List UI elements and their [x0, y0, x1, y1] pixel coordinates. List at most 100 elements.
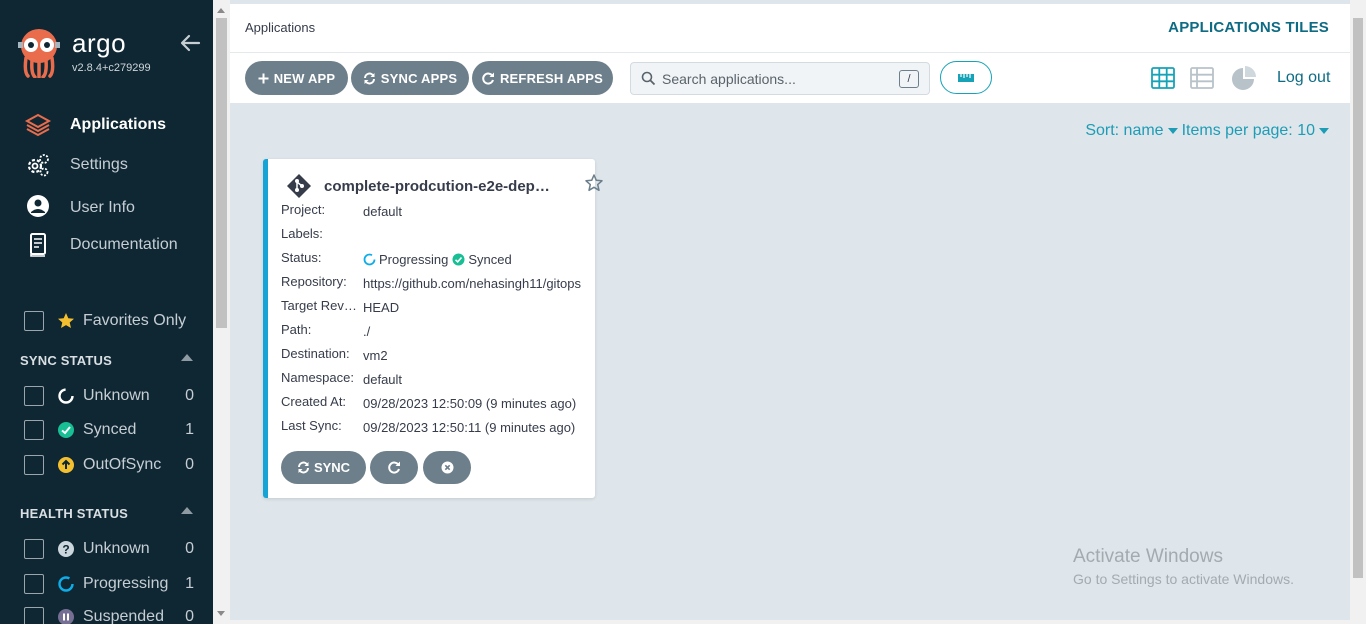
filter-label: Unknown	[83, 387, 150, 404]
items-per-page-dropdown[interactable]: Items per page: 10	[1182, 122, 1315, 140]
refresh-apps-button[interactable]: REFRESH APPS	[472, 61, 613, 95]
sidebar-scrollbar[interactable]	[213, 0, 230, 624]
pause-circle-icon	[57, 608, 75, 624]
row-value: default	[363, 371, 403, 387]
list-view-icon[interactable]	[1190, 66, 1214, 90]
favorite-star-icon[interactable]	[584, 173, 604, 193]
nav-label: Applications	[70, 116, 167, 133]
app-row-labels: Labels:	[281, 226, 586, 244]
logout-link[interactable]: Log out	[1277, 69, 1330, 87]
row-value: 09/28/2023 12:50:11 (9 minutes ago)	[363, 419, 576, 435]
checkbox[interactable]	[24, 607, 44, 624]
app-tile-header: complete-prodcution-e2e-deployment	[286, 173, 603, 199]
page-title: APPLICATIONS TILES	[1168, 19, 1329, 36]
filter-health-suspended[interactable]: Suspended 0	[24, 606, 194, 624]
row-key: Namespace:	[281, 370, 354, 385]
row-value: HEAD	[363, 299, 400, 315]
filters-toggle-button[interactable]	[940, 61, 992, 94]
git-icon	[287, 174, 311, 198]
watermark-subtitle: Go to Settings to activate Windows.	[1073, 571, 1294, 587]
filter-count: 0	[185, 387, 194, 404]
favorites-filter[interactable]: Favorites Only	[24, 310, 194, 332]
sync-icon	[363, 72, 375, 84]
favorites-checkbox[interactable]	[24, 311, 44, 331]
filter-sync-outofsync[interactable]: OutOfSync 0	[24, 454, 194, 476]
sync-apps-label: SYNC APPS	[380, 70, 458, 86]
filter-count: 1	[185, 575, 194, 592]
sync-label: Synced	[468, 251, 512, 267]
search-input[interactable]	[662, 63, 892, 94]
question-circle-icon: ?	[57, 540, 75, 558]
app-row-status: Status: Progressing Synced	[281, 250, 586, 268]
row-key: Path:	[281, 322, 312, 337]
filter-sync-synced[interactable]: Synced 1	[24, 419, 194, 441]
row-value: Progressing Synced	[363, 250, 586, 268]
book-icon	[30, 233, 46, 257]
app-sync-button[interactable]: SYNC	[281, 451, 366, 484]
nav-applications[interactable]: Applications	[24, 111, 166, 139]
search-icon	[641, 71, 656, 86]
favorites-label: Favorites Only	[83, 312, 187, 329]
filter-count: 0	[185, 456, 194, 473]
checkbox[interactable]	[24, 420, 44, 440]
synced-check-icon	[452, 253, 465, 265]
summary-view-pie-icon[interactable]	[1232, 66, 1256, 90]
health-status: Progressing	[363, 252, 448, 267]
sync-apps-button[interactable]: SYNC APPS	[351, 61, 469, 95]
breadcrumb[interactable]: Applications	[245, 20, 315, 35]
nav-documentation[interactable]: Documentation	[24, 231, 178, 259]
sidebar: argo v2.8.4+c279299 Applications Setting…	[0, 0, 213, 624]
filter-label: Suspended	[83, 608, 164, 624]
items-per-page-caret-icon[interactable]	[1319, 128, 1329, 134]
filter-health-progressing[interactable]: Progressing 1	[24, 573, 194, 595]
sort-dropdown[interactable]: Sort: name	[1085, 122, 1163, 140]
scroll-up-icon[interactable]	[217, 8, 225, 13]
tiles-view-icon[interactable]	[1151, 66, 1175, 90]
filter-label: Unknown	[83, 540, 150, 557]
stack-icon	[24, 113, 52, 137]
checkbox[interactable]	[24, 386, 44, 406]
health-status-title: HEALTH STATUS	[20, 506, 129, 521]
search-shortcut-key: /	[899, 70, 919, 88]
scrollbar-thumb[interactable]	[1353, 18, 1363, 578]
app-name[interactable]: complete-prodcution-e2e-deployment	[324, 178, 552, 195]
row-value: default	[363, 203, 403, 219]
close-circle-icon	[441, 461, 453, 474]
collapse-sidebar-icon[interactable]	[179, 32, 201, 54]
app-tile[interactable]: complete-prodcution-e2e-deployment Proje…	[263, 159, 603, 498]
row-key: Repository:	[281, 274, 347, 289]
row-value[interactable]: https://github.com/nehasingh11/gitops	[363, 274, 586, 292]
nav-label: Documentation	[70, 236, 178, 253]
row-value: vm2	[363, 347, 388, 363]
search-box[interactable]: /	[630, 62, 930, 95]
brand-name: argo	[72, 28, 127, 58]
collapse-health-status-icon[interactable]	[180, 505, 194, 515]
windows-activation-watermark: Activate Windows Go to Settings to activ…	[1073, 546, 1294, 587]
top-bar: Applications APPLICATIONS TILES	[230, 4, 1350, 53]
main-scrollbar[interactable]	[1350, 0, 1366, 624]
sync-status-title: SYNC STATUS	[20, 353, 113, 368]
filter-sync-unknown[interactable]: Unknown 0	[24, 385, 194, 407]
progressing-icon	[363, 253, 376, 265]
logo-area[interactable]: argo v2.8.4+c279299	[18, 28, 151, 78]
new-app-button[interactable]: NEW APP	[245, 61, 348, 95]
checkbox[interactable]	[24, 455, 44, 475]
star-icon	[57, 312, 75, 330]
checkbox[interactable]	[24, 574, 44, 594]
app-delete-button[interactable]	[423, 451, 471, 484]
app-refresh-button[interactable]	[370, 451, 418, 484]
scroll-down-icon[interactable]	[217, 611, 225, 616]
nav-label: User Info	[70, 199, 135, 216]
collapse-sync-status-icon[interactable]	[180, 352, 194, 362]
checkbox[interactable]	[24, 539, 44, 559]
nav-settings[interactable]: Settings	[24, 151, 128, 179]
row-value: 09/28/2023 12:50:09 (9 minutes ago)	[363, 395, 577, 411]
row-value	[363, 226, 586, 244]
scrollbar-thumb[interactable]	[216, 18, 227, 328]
nav-user-info[interactable]: User Info	[24, 194, 135, 222]
sort-caret-icon[interactable]	[1167, 128, 1178, 134]
filter-count: 1	[185, 421, 194, 438]
app-row-project: Project: default	[281, 202, 586, 220]
horizontal-scrollbar[interactable]	[230, 620, 1350, 624]
filter-health-unknown[interactable]: ? Unknown 0	[24, 538, 194, 560]
